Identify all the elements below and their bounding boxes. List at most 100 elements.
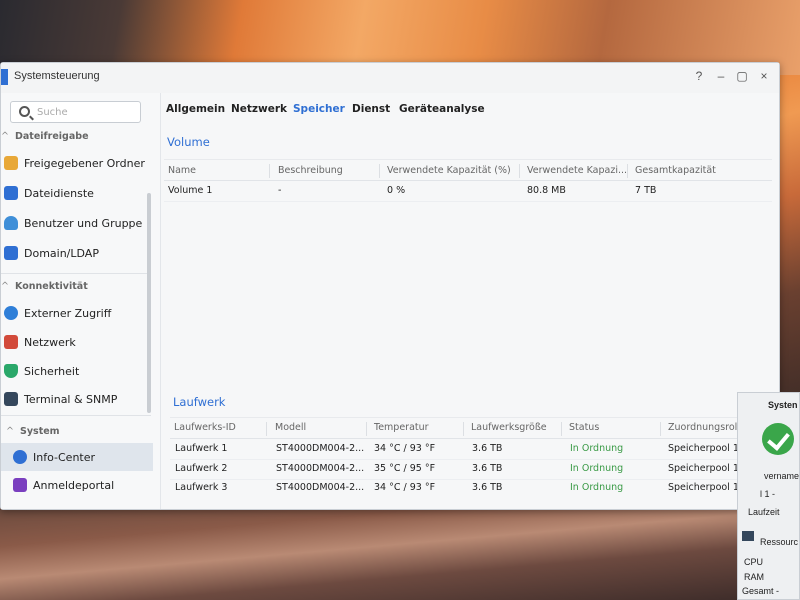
column-header[interactable]: Laufwerks-ID	[174, 422, 236, 433]
drive-model-cell: ST4000DM004-2...	[276, 482, 365, 493]
drive-id-cell: Laufwerk 2	[175, 463, 228, 474]
sidebar-item-domain-ldap[interactable]: Domain/LDAP	[1, 239, 153, 267]
widget-cpu-label: CPU	[744, 557, 764, 567]
control-panel-app-icon	[1, 69, 8, 85]
terminal-icon	[4, 392, 18, 406]
sidebar-divider	[1, 273, 151, 274]
drive-table-header: Laufwerks-ID Modell Temperatur Laufwerks…	[170, 417, 756, 439]
volume-table-header: Name Beschreibung Verwendete Kapazität (…	[164, 159, 772, 181]
row-divider	[170, 479, 756, 480]
tab-bar: Allgemein Netzwerk Speicher Dienst Gerät…	[162, 93, 779, 121]
chevron-up-icon: ^	[1, 281, 9, 292]
tab-general[interactable]: Allgemein	[166, 103, 225, 115]
volume-section-title: Volume	[167, 135, 210, 149]
section-header-dateifreigabe[interactable]: ^ Dateifreigabe	[1, 131, 89, 142]
column-header[interactable]: Verwendete Kapazität (%)	[387, 165, 511, 176]
volume-description-cell: -	[278, 185, 282, 196]
drive-id-cell: Laufwerk 1	[175, 443, 228, 454]
minimize-button[interactable]: –	[713, 69, 729, 83]
help-button[interactable]: ?	[691, 69, 707, 83]
shield-icon	[4, 364, 18, 378]
column-separator	[379, 164, 380, 178]
close-button[interactable]: ×	[756, 69, 772, 83]
tab-storage[interactable]: Speicher	[293, 103, 345, 115]
drive-size-cell: 3.6 TB	[472, 482, 503, 493]
section-header-system[interactable]: ^ System	[1, 426, 60, 437]
sidebar-item-login-portal[interactable]: Anmeldeportal	[1, 471, 153, 499]
drive-size-cell: 3.6 TB	[472, 463, 503, 474]
widget-ram-label: RAM	[744, 572, 764, 582]
sidebar-item-external-access[interactable]: Externer Zugriff	[1, 299, 153, 327]
tab-service[interactable]: Dienst	[352, 103, 390, 115]
login-portal-icon	[13, 478, 27, 492]
system-health-widget[interactable]: Systen vername l 1 - Laufzeit Ressourc C…	[737, 392, 800, 600]
column-header[interactable]: Zuordnungsrolle	[668, 422, 746, 433]
checkmark-icon	[762, 423, 794, 455]
column-separator	[366, 422, 367, 436]
row-divider	[170, 459, 756, 460]
main-panel: Allgemein Netzwerk Speicher Dienst Gerät…	[162, 93, 779, 509]
column-header[interactable]: Status	[569, 422, 599, 433]
column-header[interactable]: Temperatur	[374, 422, 429, 433]
users-icon	[4, 216, 18, 230]
search-input[interactable]	[37, 104, 137, 120]
sidebar-item-network[interactable]: Netzwerk	[1, 328, 153, 356]
network-house-icon	[4, 335, 18, 349]
column-header[interactable]: Beschreibung	[278, 165, 343, 176]
maximize-button[interactable]: ▢	[734, 69, 750, 83]
chevron-up-icon: ^	[1, 131, 9, 142]
tab-network[interactable]: Netzwerk	[231, 103, 287, 115]
volume-name-cell: Volume 1	[168, 185, 213, 196]
column-header[interactable]: Modell	[275, 422, 306, 433]
widget-total-label: Gesamt -	[742, 586, 780, 596]
column-header[interactable]: Name	[168, 165, 196, 176]
column-header[interactable]: Laufwerksgröße	[471, 422, 547, 433]
section-header-konnektivitaet[interactable]: ^ Konnektivität	[1, 281, 88, 292]
sidebar-scrollbar[interactable]	[147, 193, 151, 413]
drive-role-cell: Speicherpool 1	[668, 482, 739, 493]
volume-used-capacity-cell: 80.8 MB	[527, 185, 566, 196]
search-box[interactable]	[10, 101, 141, 123]
volume-used-percent-cell: 0 %	[387, 185, 406, 196]
drive-status-cell: In Ordnung	[570, 482, 624, 493]
domain-icon	[4, 246, 18, 260]
sidebar-divider	[1, 415, 151, 416]
column-separator	[266, 422, 267, 436]
sidebar-item-file-services[interactable]: Dateidienste	[1, 179, 153, 207]
window-title: Systemsteuerung	[14, 70, 100, 82]
widget-uptime-label: Laufzeit	[748, 507, 780, 517]
drive-size-cell: 3.6 TB	[472, 443, 503, 454]
column-separator	[269, 164, 270, 178]
folder-icon	[4, 156, 18, 170]
widget-resources-title: Ressourc	[760, 537, 799, 547]
sidebar-item-info-center[interactable]: Info-Center	[1, 443, 153, 471]
drive-id-cell: Laufwerk 3	[175, 482, 228, 493]
drive-temperature-cell: 35 °C / 95 °F	[374, 463, 436, 474]
sidebar-item-security[interactable]: Sicherheit	[1, 357, 153, 385]
window-titlebar[interactable]: Systemsteuerung ? – ▢ ×	[1, 63, 779, 93]
info-icon	[13, 450, 27, 464]
widget-server-name-label: vername	[764, 471, 800, 481]
sidebar-item-terminal-snmp[interactable]: Terminal & SNMP	[1, 385, 153, 413]
search-icon	[19, 106, 30, 117]
drive-status-cell: In Ordnung	[570, 463, 624, 474]
drive-temperature-cell: 34 °C / 93 °F	[374, 443, 436, 454]
control-panel-window[interactable]: Systemsteuerung ? – ▢ × ^Dateifreigabe F…	[0, 62, 780, 510]
drive-role-cell: Speicherpool 1	[668, 463, 739, 474]
drive-status-cell: In Ordnung	[570, 443, 624, 454]
desktop-background-bottom	[0, 505, 800, 600]
volume-total-capacity-cell: 7 TB	[635, 185, 657, 196]
resource-monitor-icon	[742, 531, 754, 541]
column-separator	[660, 422, 661, 436]
row-divider	[164, 201, 772, 202]
column-separator	[561, 422, 562, 436]
tab-device-analysis[interactable]: Geräteanalyse	[399, 103, 485, 115]
column-header[interactable]: Gesamtkapazität	[635, 165, 716, 176]
file-services-icon	[4, 186, 18, 200]
sidebar-item-shared-folder[interactable]: Freigegebener Ordner	[1, 149, 153, 177]
drive-model-cell: ST4000DM004-2...	[276, 443, 365, 454]
external-access-icon	[4, 306, 18, 320]
sidebar-item-users-groups[interactable]: Benutzer und Gruppe	[1, 209, 153, 237]
drive-model-cell: ST4000DM004-2...	[276, 463, 365, 474]
column-header[interactable]: Verwendete Kapazi...	[527, 165, 627, 176]
